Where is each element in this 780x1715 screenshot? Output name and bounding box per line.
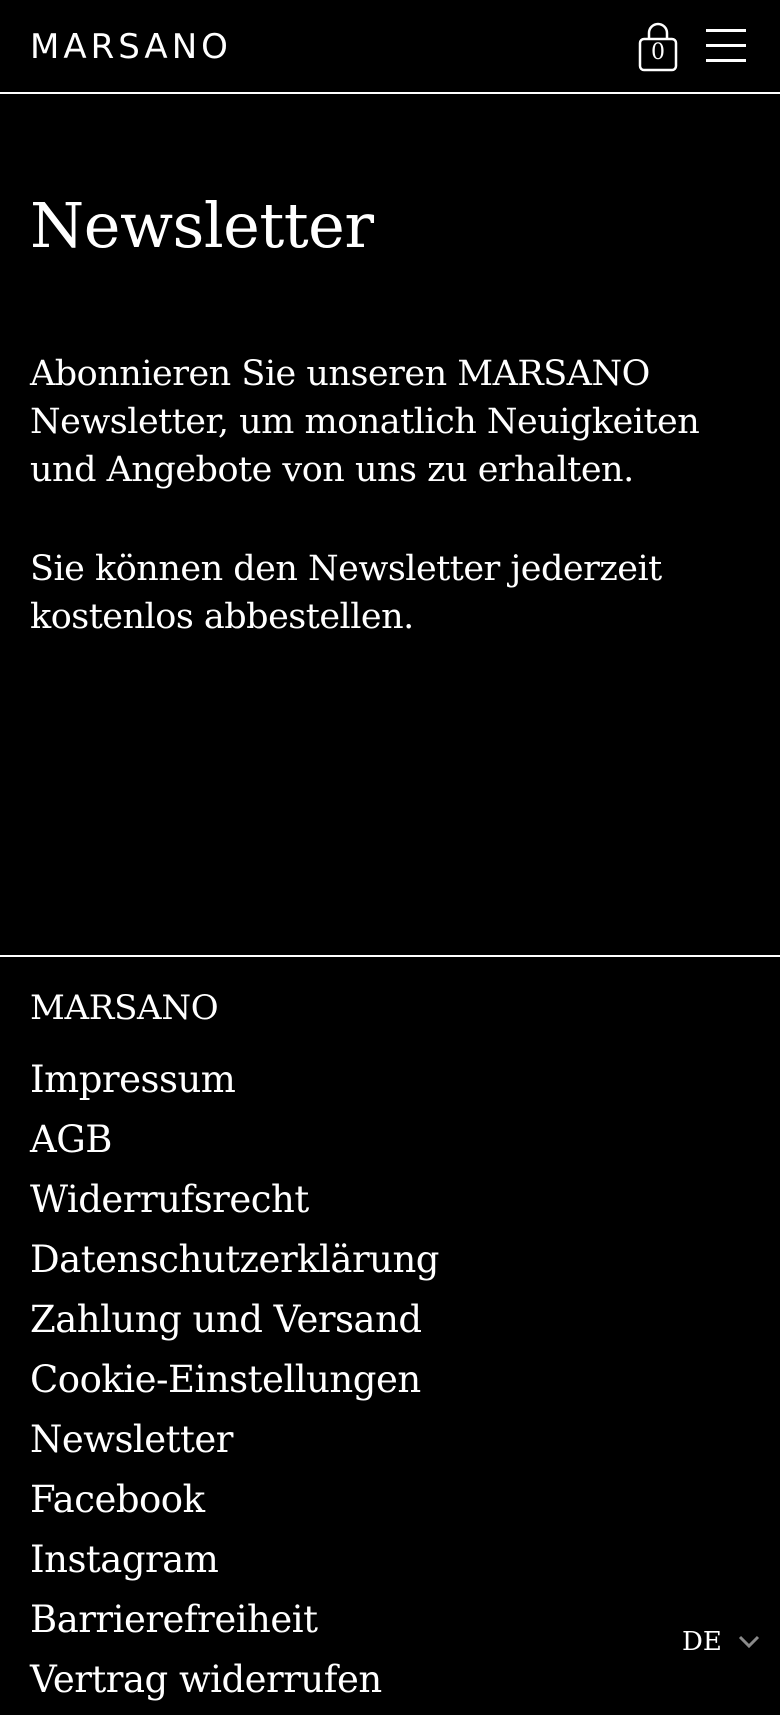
- newsletter-intro-text: Abonnieren Sie unseren MARSANO Newslette…: [30, 354, 700, 490]
- footer-link-widerrufsrecht[interactable]: Widerrufsrecht: [30, 1178, 309, 1221]
- footer-links: Impressum AGB Widerrufsrecht Datenschutz…: [30, 1055, 439, 1715]
- cart-button[interactable]: 0: [636, 22, 680, 72]
- chevron-down-icon: [738, 1635, 759, 1649]
- cart-count: 0: [651, 40, 665, 65]
- footer-link-agb[interactable]: AGB: [30, 1118, 112, 1161]
- menu-button[interactable]: [704, 26, 748, 66]
- site-header: MARSANO 0: [0, 0, 780, 94]
- unsubscribe-note: Sie können den Newsletter jederzeit kost…: [30, 549, 662, 637]
- footer-link-barrierefreiheit[interactable]: Barrierefreiheit: [30, 1598, 318, 1641]
- footer-link-newsletter[interactable]: Newsletter: [30, 1418, 233, 1461]
- hamburger-menu-icon: [706, 29, 746, 62]
- site-logo[interactable]: MARSANO: [30, 28, 232, 66]
- page-title: Newsletter: [30, 189, 374, 262]
- footer-link-datenschutz[interactable]: Datenschutzerklärung: [30, 1238, 439, 1281]
- footer-link-zahlung-versand[interactable]: Zahlung und Versand: [30, 1298, 422, 1341]
- footer-divider: [0, 955, 780, 957]
- footer-link-instagram[interactable]: Instagram: [30, 1538, 219, 1581]
- footer-link-impressum[interactable]: Impressum: [30, 1058, 236, 1101]
- footer-link-facebook[interactable]: Facebook: [30, 1478, 205, 1521]
- footer-brand: MARSANO: [30, 988, 219, 1028]
- footer-link-cookie-settings[interactable]: Cookie-Einstellungen: [30, 1358, 421, 1401]
- language-label: DE: [682, 1627, 722, 1657]
- footer-link-vertrag-widerrufen[interactable]: Vertrag widerrufen: [30, 1658, 382, 1701]
- language-selector[interactable]: DE: [682, 1624, 760, 1660]
